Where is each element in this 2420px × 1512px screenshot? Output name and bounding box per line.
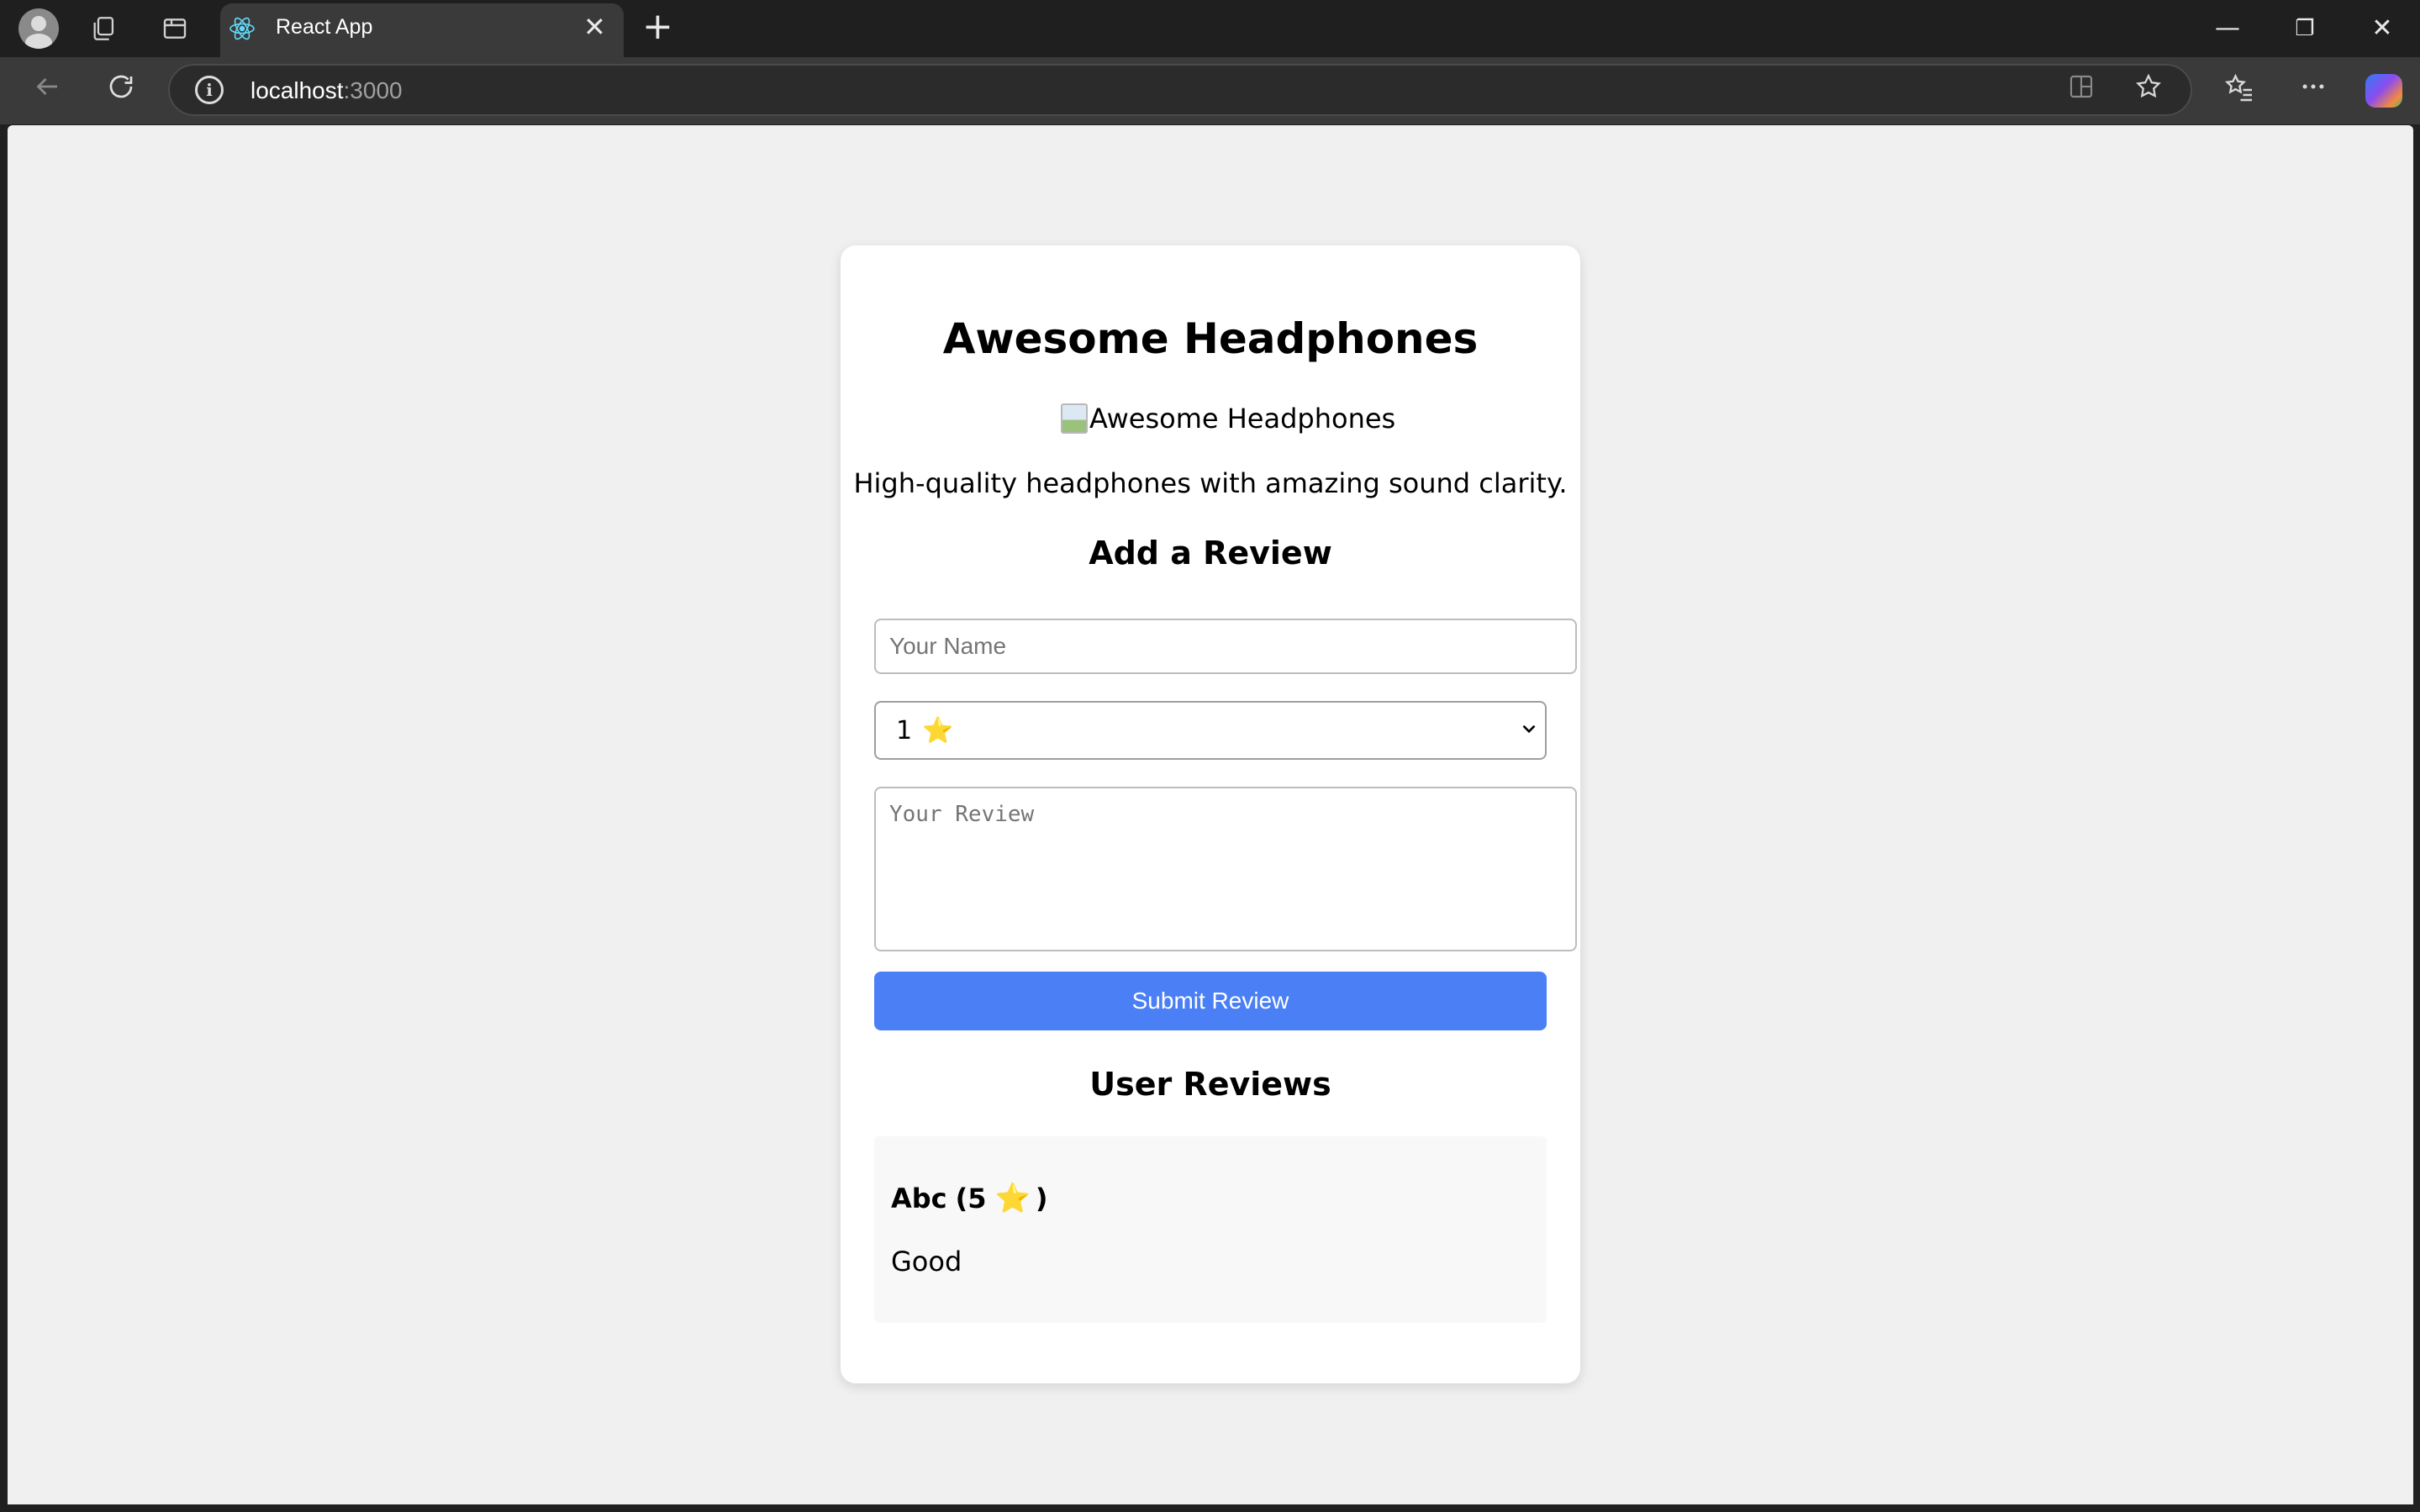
split-screen-icon[interactable] bbox=[2063, 72, 2100, 109]
url-text[interactable]: localhost:3000 bbox=[250, 77, 403, 104]
close-window-button[interactable]: ✕ bbox=[2357, 8, 2407, 49]
back-button[interactable] bbox=[27, 71, 67, 111]
more-menu-icon[interactable] bbox=[2295, 72, 2332, 109]
product-image-alt: Awesome Headphones bbox=[1089, 403, 1396, 435]
site-info-icon[interactable]: i bbox=[195, 76, 224, 104]
review-textarea[interactable] bbox=[874, 787, 1577, 951]
tab-title: React App bbox=[276, 15, 373, 39]
tab-close-icon[interactable]: ✕ bbox=[583, 13, 606, 40]
user-reviews-heading: User Reviews bbox=[1089, 1066, 1331, 1103]
review-text: Good bbox=[891, 1246, 962, 1278]
minimize-button[interactable]: — bbox=[2202, 8, 2253, 49]
favorite-star-icon[interactable] bbox=[2130, 72, 2167, 109]
copilot-icon[interactable] bbox=[2365, 74, 2402, 108]
favorites-icon[interactable] bbox=[2221, 72, 2258, 109]
submit-review-button[interactable]: Submit Review bbox=[874, 972, 1547, 1030]
url-host: localhost bbox=[250, 77, 344, 103]
restore-button[interactable]: ❐ bbox=[2280, 8, 2330, 49]
rating-select[interactable]: 1 ⭐ bbox=[874, 701, 1547, 760]
star-icon: ⭐ bbox=[922, 715, 954, 745]
review-header: Abc (5 ⭐ ) bbox=[891, 1182, 1048, 1215]
profile-avatar[interactable] bbox=[18, 8, 59, 49]
refresh-button[interactable] bbox=[101, 71, 141, 111]
reviewer-name: Abc bbox=[891, 1183, 947, 1214]
rating-value: 1 bbox=[896, 715, 913, 745]
add-review-heading: Add a Review bbox=[1089, 535, 1332, 572]
product-title: Awesome Headphones bbox=[942, 314, 1479, 363]
chevron-down-icon bbox=[1518, 717, 1540, 739]
tab-actions-icon[interactable] bbox=[158, 12, 192, 45]
workspaces-icon[interactable] bbox=[87, 12, 121, 45]
broken-image-icon bbox=[1061, 403, 1088, 434]
name-input[interactable] bbox=[874, 619, 1577, 674]
react-favicon-icon bbox=[229, 15, 256, 42]
new-tab-button[interactable]: + bbox=[642, 8, 673, 45]
review-rating-close: ) bbox=[1035, 1183, 1048, 1214]
review-item bbox=[874, 1136, 1547, 1323]
review-rating: (5 bbox=[955, 1183, 987, 1214]
product-image: Awesome Headphones bbox=[1061, 402, 1395, 435]
product-description: High-quality headphones with amazing sou… bbox=[853, 467, 1568, 499]
url-port: :3000 bbox=[343, 77, 403, 103]
star-icon: ⭐ bbox=[994, 1182, 1031, 1215]
address-bar[interactable] bbox=[168, 64, 2192, 116]
